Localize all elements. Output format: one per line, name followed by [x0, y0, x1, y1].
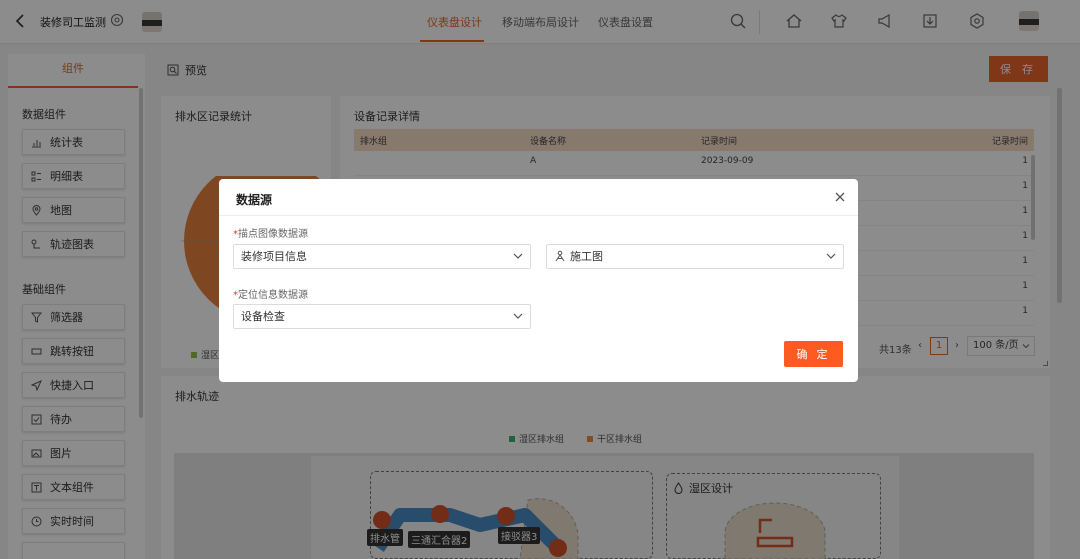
- location-source-label-text: 定位信息数据源: [238, 290, 308, 301]
- drawing-icon: [555, 250, 565, 262]
- chevron-down-icon: [826, 253, 836, 259]
- close-icon[interactable]: [833, 190, 847, 204]
- image-source-select[interactable]: 装修项目信息: [233, 244, 531, 269]
- drawing-select[interactable]: 施工图: [546, 244, 844, 269]
- chevron-down-icon: [513, 253, 523, 259]
- confirm-button[interactable]: 确 定: [784, 341, 843, 367]
- image-source-value: 装修项目信息: [241, 250, 307, 263]
- location-source-select[interactable]: 设备检查: [233, 304, 531, 329]
- data-source-dialog: 数据源 *描点图像数据源 装修项目信息 施工图 *定位信息数据源 设备检查 确 …: [219, 179, 858, 382]
- dialog-divider: [219, 215, 858, 216]
- image-source-label-text: 描点图像数据源: [238, 229, 308, 240]
- dialog-title: 数据源: [236, 193, 273, 207]
- location-source-label: *定位信息数据源: [233, 286, 308, 301]
- drawing-value: 施工图: [570, 250, 603, 263]
- location-source-value: 设备检查: [241, 310, 285, 323]
- chevron-down-icon: [513, 313, 523, 319]
- image-source-label: *描点图像数据源: [233, 225, 308, 240]
